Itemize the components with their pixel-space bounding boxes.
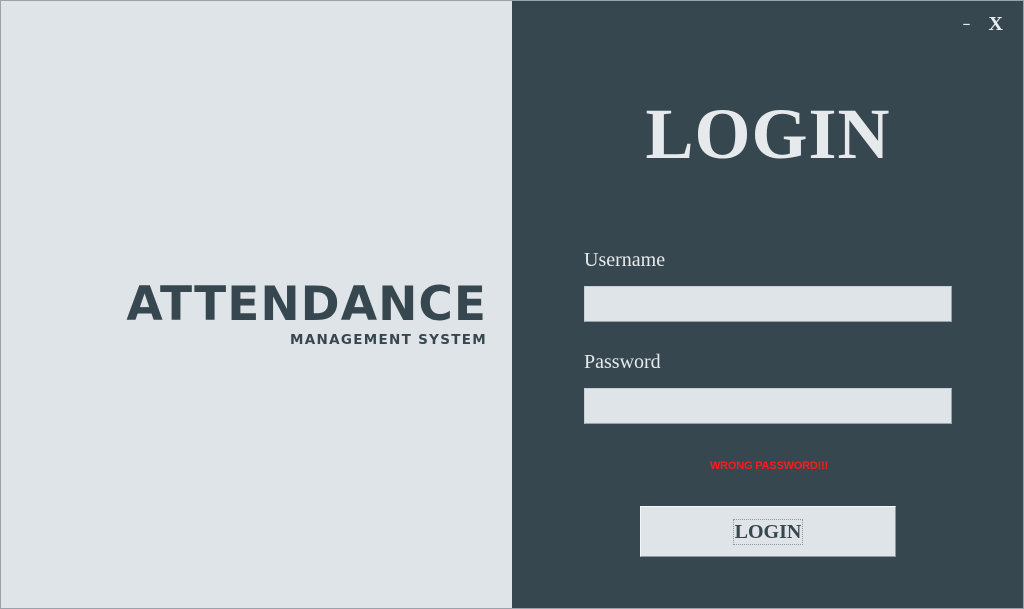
brand-subtitle: MANAGEMENT SYSTEM	[290, 332, 487, 348]
password-label: Password	[584, 351, 661, 373]
branding-panel: ATTENDANCE MANAGEMENT SYSTEM	[1, 1, 512, 608]
login-window: ATTENDANCE MANAGEMENT SYSTEM – X LOGIN U…	[0, 0, 1024, 609]
login-button-label: LOGIN	[732, 518, 804, 545]
brand-title: ATTENDANCE	[126, 277, 487, 332]
login-heading: LOGIN	[645, 94, 891, 174]
username-label: Username	[584, 249, 666, 271]
username-input[interactable]	[584, 286, 952, 322]
window-controls: – X	[963, 13, 1003, 35]
login-panel: – X LOGIN Username Password WRONG PASSWO…	[512, 1, 1023, 608]
brand-block: ATTENDANCE MANAGEMENT SYSTEM	[126, 277, 487, 349]
login-button[interactable]: LOGIN	[640, 506, 896, 557]
minimize-button[interactable]: –	[963, 13, 971, 35]
password-input[interactable]	[584, 388, 952, 424]
close-button[interactable]: X	[989, 13, 1003, 35]
error-message: WRONG PASSWORD!!!	[710, 460, 828, 472]
